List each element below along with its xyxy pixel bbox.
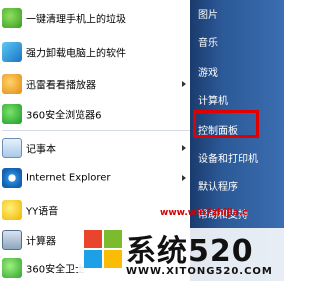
- program-item-clean-phone[interactable]: 一键清理手机上的垃圾: [0, 6, 192, 30]
- broom-icon: [2, 8, 22, 28]
- program-item-xunlei-player[interactable]: 迅雷看看播放器: [0, 72, 192, 96]
- player-icon: [2, 74, 22, 94]
- program-label: 记事本: [26, 144, 56, 156]
- brand-watermark: 系统520: [126, 234, 254, 269]
- yy-icon: [2, 200, 22, 220]
- browser-icon: [2, 104, 22, 124]
- program-label: 强力卸载电脑上的软件: [26, 48, 126, 60]
- program-item-360-browser[interactable]: 360安全浏览器6: [0, 102, 192, 126]
- link-games[interactable]: 游戏: [198, 66, 278, 82]
- program-label: 迅雷看看播放器: [26, 80, 96, 92]
- link-music[interactable]: 音乐: [198, 36, 278, 52]
- shield-icon: [2, 258, 22, 278]
- highlight-box: [193, 110, 259, 138]
- program-item-uninstall[interactable]: 强力卸载电脑上的软件: [0, 40, 192, 64]
- calculator-icon: [2, 230, 22, 250]
- link-pictures[interactable]: 图片: [198, 8, 278, 24]
- program-label: Internet Explorer: [26, 172, 111, 184]
- url-watermark: WWW.XITONG520.COM: [126, 266, 273, 277]
- link-computer[interactable]: 计算机: [198, 94, 278, 110]
- program-item-internet-explorer[interactable]: Internet Explorer: [0, 166, 192, 190]
- program-label: 360安全卫士: [26, 264, 86, 276]
- windows-logo-icon: [84, 230, 122, 268]
- submenu-arrow-icon[interactable]: [182, 175, 186, 181]
- program-label: 计算器: [26, 236, 56, 248]
- uninstall-icon: [2, 42, 22, 62]
- link-default-programs[interactable]: 默认程序: [198, 180, 278, 196]
- submenu-arrow-icon[interactable]: [182, 81, 186, 87]
- ie-icon: [2, 168, 22, 188]
- program-label: 360安全浏览器6: [26, 110, 102, 122]
- program-label: 一键清理手机上的垃圾: [26, 14, 126, 26]
- notepad-icon: [2, 138, 22, 158]
- submenu-arrow-icon[interactable]: [182, 145, 186, 151]
- divider: [2, 130, 190, 131]
- link-devices-printers[interactable]: 设备和打印机: [198, 152, 278, 168]
- program-label: YY语音: [26, 206, 59, 218]
- program-item-notepad[interactable]: 记事本: [0, 136, 192, 160]
- website-watermark: www.win7zhijia.c: [160, 208, 248, 218]
